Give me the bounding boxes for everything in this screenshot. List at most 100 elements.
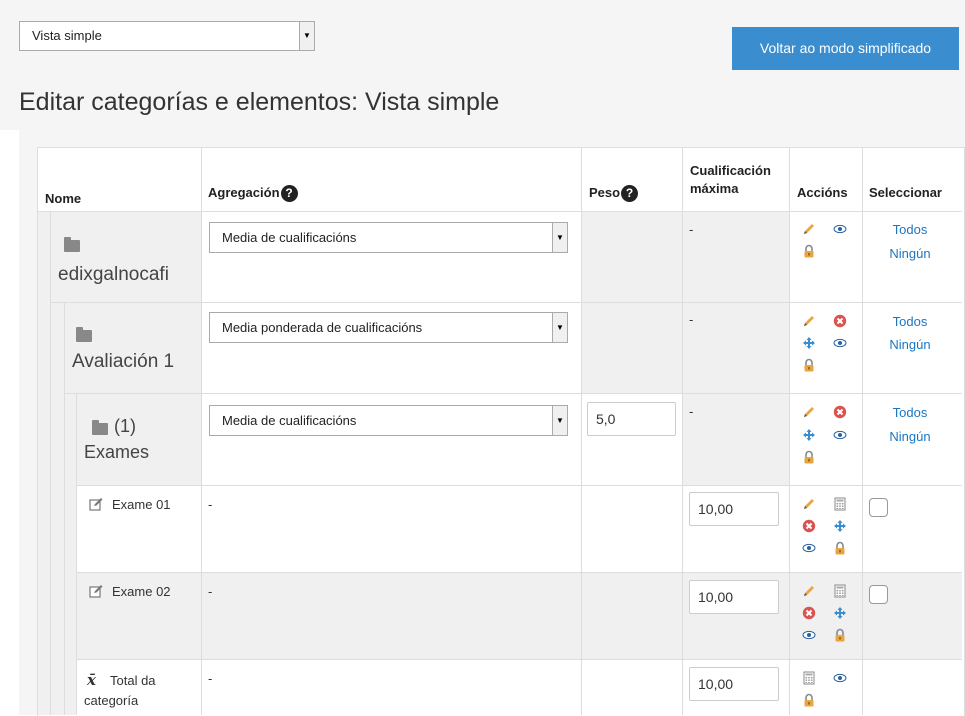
eye-icon[interactable] (833, 222, 847, 236)
help-icon[interactable]: ? (621, 185, 639, 203)
chevron-down-icon: ▼ (299, 22, 314, 50)
folder-icon (64, 237, 80, 252)
aggregation-value: - (208, 671, 213, 686)
delete-icon[interactable] (833, 405, 847, 419)
max-grade-value: - (689, 312, 694, 327)
header-actions: Accións (797, 185, 848, 200)
category-total-name: Total da (110, 671, 156, 691)
view-select[interactable]: Vista simple ▼ (19, 21, 315, 51)
weight-input[interactable]: 5,0 (587, 402, 676, 436)
aggregation-select[interactable]: Media de cualificacións ▼ (209, 222, 568, 253)
edit-item-icon (89, 497, 103, 511)
delete-icon[interactable] (802, 519, 816, 533)
select-all-link[interactable]: Todos (875, 405, 945, 420)
select-all-link[interactable]: Todos (875, 314, 945, 329)
row-shade-2b (582, 302, 682, 393)
grade-item-name: Exame 02 (112, 584, 171, 599)
max-grade-value: - (689, 222, 694, 237)
header-select: Seleccionar (869, 185, 942, 200)
header-aggregation: Agregación? (208, 185, 298, 203)
calculator-icon[interactable] (833, 584, 847, 598)
help-icon[interactable]: ? (280, 185, 298, 203)
eye-icon[interactable] (802, 541, 816, 555)
max-grade-value: - (689, 404, 694, 419)
header-max-grade-line1: Cualificación (690, 163, 771, 178)
max-grade-input[interactable]: 10,00 (689, 667, 779, 701)
padlock-icon[interactable] (833, 541, 847, 555)
chevron-down-icon: ▼ (552, 406, 567, 435)
select-none-link[interactable]: Ningún (875, 246, 945, 261)
indent-shade-3 (64, 393, 76, 715)
eye-icon[interactable] (833, 671, 847, 685)
aggregation-value: Media de cualificacións (222, 413, 357, 428)
aggregation-value: - (208, 584, 213, 599)
aggregation-select[interactable]: Media de cualificacións ▼ (209, 405, 568, 436)
aggregation-select[interactable]: Media ponderada de cualificacións ▼ (209, 312, 568, 343)
select-none-link[interactable]: Ningún (875, 429, 945, 444)
page-title: Editar categorías e elementos: Vista sim… (19, 88, 500, 116)
row-shade-3c (682, 393, 790, 485)
folder-icon (92, 420, 108, 435)
padlock-icon[interactable] (802, 450, 816, 464)
move-icon[interactable] (833, 606, 847, 620)
max-grade-value: 10,00 (698, 501, 734, 517)
header-weight: Peso? (589, 185, 639, 203)
eye-icon[interactable] (802, 628, 816, 642)
chevron-down-icon: ▼ (552, 223, 567, 252)
padlock-icon[interactable] (802, 693, 816, 707)
header-max-grade: Cualificación máxima (690, 162, 771, 198)
header-weight-label: Peso (589, 185, 621, 200)
move-icon[interactable] (802, 428, 816, 442)
select-all-link[interactable]: Todos (875, 222, 945, 237)
row-shade-2c (682, 302, 790, 393)
row-shade-1 (50, 212, 202, 302)
header-max-grade-line2: máxima (690, 181, 739, 196)
aggregation-value: Media de cualificacións (222, 230, 357, 245)
row-shade-1b (582, 212, 682, 302)
move-icon[interactable] (833, 519, 847, 533)
category-total-line1: Total da (110, 673, 156, 688)
edit-item-icon (89, 584, 103, 598)
chevron-down-icon: ▼ (552, 313, 567, 342)
select-checkbox[interactable] (869, 585, 888, 604)
move-icon[interactable] (802, 336, 816, 350)
row-shade-1c (682, 212, 790, 302)
calculator-icon[interactable] (802, 671, 816, 685)
max-grade-input[interactable]: 10,00 (689, 580, 779, 614)
max-grade-input[interactable]: 10,00 (689, 492, 779, 526)
sigma-x-icon: x̄ (87, 671, 96, 689)
pencil-icon[interactable] (802, 497, 816, 511)
delete-icon[interactable] (833, 314, 847, 328)
pencil-icon[interactable] (802, 314, 816, 328)
indent-shade-2 (50, 302, 64, 715)
padlock-icon[interactable] (833, 628, 847, 642)
grade-setup-table: Nome Agregación? Peso? Cualificación máx… (37, 147, 965, 716)
pencil-icon[interactable] (802, 584, 816, 598)
aggregation-value: - (208, 497, 213, 512)
category-total-name-2: categoría (84, 691, 138, 711)
folder-icon (76, 327, 92, 342)
eye-icon[interactable] (833, 428, 847, 442)
delete-icon[interactable] (802, 606, 816, 620)
select-none-link[interactable]: Ningún (875, 337, 945, 352)
weight-value: 5,0 (596, 411, 616, 427)
eye-icon[interactable] (833, 336, 847, 350)
pencil-icon[interactable] (802, 405, 816, 419)
padlock-icon[interactable] (802, 244, 816, 258)
pencil-icon[interactable] (802, 222, 816, 236)
calculator-icon[interactable] (833, 497, 847, 511)
category-total-line2: categoría (84, 693, 139, 708)
max-grade-value: 10,00 (698, 589, 734, 605)
indent-shade-1 (38, 212, 50, 715)
aggregation-value: Media ponderada de cualificacións (222, 320, 423, 335)
grade-item-name: Exame 01 (112, 497, 171, 512)
view-select-value: Vista simple (32, 28, 102, 43)
select-checkbox[interactable] (869, 498, 888, 517)
header-aggregation-label: Agregación (208, 185, 280, 200)
max-grade-value: 10,00 (698, 676, 734, 692)
simple-mode-button[interactable]: Voltar ao modo simplificado (732, 27, 959, 70)
row-shade-2 (64, 302, 202, 393)
category-name: edixgalnocafi (58, 264, 169, 285)
category-prefix: (1) (114, 416, 136, 436)
padlock-icon[interactable] (802, 358, 816, 372)
